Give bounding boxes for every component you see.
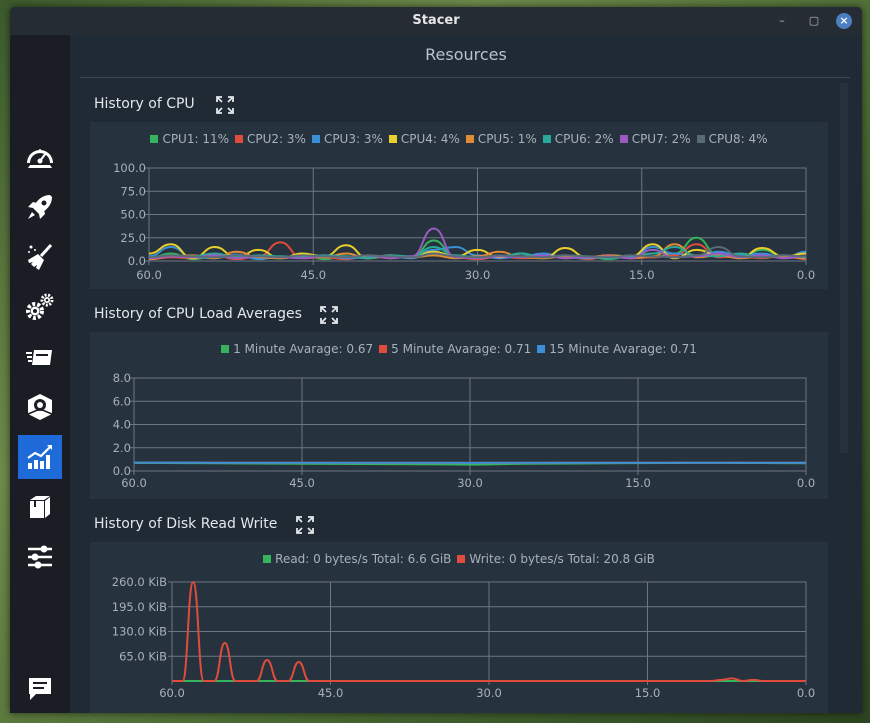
window-title: Stacer: [412, 13, 460, 28]
x-tick-label: 30.0: [457, 476, 483, 490]
y-tick-label: 8.0: [113, 371, 131, 385]
y-tick-label: 4.0: [113, 418, 131, 432]
speedometer-icon: [27, 149, 53, 168]
y-tick-label: 6.0: [113, 394, 131, 408]
expand-icon[interactable]: [216, 96, 234, 114]
broom-icon: [28, 243, 53, 270]
sidebar: [10, 35, 70, 713]
y-tick-label: 0.0: [128, 254, 146, 268]
x-tick-label: 45.0: [289, 476, 315, 490]
y-tick-label: 65.0 KiB: [119, 649, 167, 663]
maximize-icon[interactable]: ▢: [806, 13, 822, 29]
x-tick-label: 15.0: [625, 476, 651, 490]
cpu-history-title: History of CPU: [94, 96, 195, 112]
page-title: Resources: [425, 45, 507, 64]
rocket-icon: [28, 195, 52, 219]
main-content: Resources History of CPU CPU1: 11% CPU2: …: [70, 35, 862, 713]
x-tick-label: 0.0: [797, 476, 815, 490]
chat-icon: [29, 678, 51, 700]
sidebar-item-startup-apps[interactable]: [18, 185, 62, 229]
sliders-icon: [28, 545, 52, 569]
y-tick-label: 130.0 KiB: [112, 625, 167, 639]
x-tick-label: 60.0: [121, 476, 147, 490]
sidebar-item-uninstaller[interactable]: [18, 385, 62, 429]
expand-icon[interactable]: [296, 516, 314, 534]
sidebar-item-settings[interactable]: [18, 535, 62, 579]
scrollbar[interactable]: [840, 83, 848, 453]
y-tick-label: 100.0: [113, 161, 146, 175]
x-tick-label: 45.0: [300, 268, 326, 282]
sidebar-item-apt-repository[interactable]: [18, 485, 62, 529]
load-chart-panel: 1 Minute Avarage: 0.67 5 Minute Avarage: …: [90, 332, 828, 499]
y-tick-label: 25.0: [120, 231, 146, 245]
cpu-chart-panel: CPU1: 11% CPU2: 3% CPU3: 3% CPU4: 4% CPU5: 1…: [90, 122, 828, 289]
sidebar-item-feedback[interactable]: [18, 667, 62, 711]
y-tick-label: 260.0 KiB: [112, 575, 167, 589]
sidebar-item-dashboard[interactable]: [18, 135, 62, 179]
minimize-icon[interactable]: –: [774, 13, 790, 29]
app-window: Stacer – ▢ × Resources History of CPU CP…: [10, 7, 862, 713]
x-tick-label: 30.0: [465, 268, 491, 282]
x-tick-label: 15.0: [635, 686, 661, 700]
disk-chart: 260.0 KiB 195.0 KiB 130.0 KiB 65.0 KiB 60.0 4…: [112, 575, 815, 700]
y-tick-label: 2.0: [113, 441, 131, 455]
chart-icon: [27, 445, 52, 469]
expand-icon[interactable]: [320, 306, 338, 324]
box-uninstall-icon: [27, 394, 53, 420]
y-tick-label: 75.0: [120, 184, 146, 198]
load-chart: 8.06.04.02.00.060.0 45.0 30.0 15.0 0.0: [113, 371, 815, 490]
x-tick-label: 0.0: [797, 268, 815, 282]
title-bar[interactable]: Stacer – ▢ ×: [10, 7, 862, 35]
sidebar-item-resources[interactable]: [18, 435, 62, 479]
x-tick-label: 60.0: [159, 686, 185, 700]
disk-chart-panel: Read: 0 bytes/s Total: 6.6 GiB Write: 0 b…: [90, 542, 828, 713]
sidebar-item-services[interactable]: [18, 285, 62, 329]
gears-icon: [26, 293, 54, 320]
x-tick-label: 0.0: [797, 686, 815, 700]
sidebar-item-processes[interactable]: [18, 335, 62, 379]
x-tick-label: 15.0: [629, 268, 655, 282]
processes-icon: [26, 350, 52, 365]
title-divider: [80, 77, 850, 78]
x-tick-label: 30.0: [476, 686, 502, 700]
package-icon: [30, 496, 50, 518]
close-icon[interactable]: ×: [836, 13, 852, 29]
cpu-chart: 100.075.050.025.00.060.0 45.0 30.0 15.0 0.0: [113, 161, 815, 282]
x-tick-label: 45.0: [318, 686, 344, 700]
x-tick-label: 60.0: [136, 268, 162, 282]
y-tick-label: 50.0: [120, 208, 146, 222]
load-history-title: History of CPU Load Averages: [94, 306, 302, 322]
disk-history-title: History of Disk Read Write: [94, 516, 278, 532]
y-tick-label: 195.0 KiB: [112, 600, 167, 614]
sidebar-item-system-cleaner[interactable]: [18, 235, 62, 279]
